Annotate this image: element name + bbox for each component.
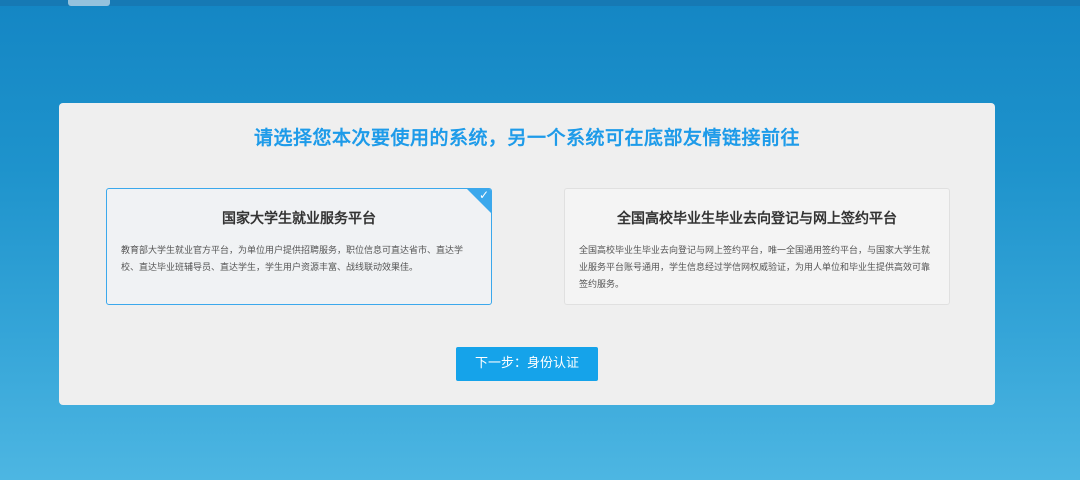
system-card-title: 国家大学生就业服务平台	[222, 211, 376, 227]
logo-fragment	[68, 0, 110, 6]
system-card-description: 全国高校毕业生毕业去向登记与网上签约平台，唯一全国通用签约平台，与国家大学生就业…	[579, 246, 931, 290]
check-icon: ✓	[478, 188, 489, 202]
page-title: 请选择您本次要使用的系统，另一个系统可在底部友情链接前往	[253, 127, 800, 149]
system-card-graduate-signing[interactable]: 全国高校毕业生毕业去向登记与网上签约平台 全国高校毕业生毕业去向登记与网上签约平…	[564, 188, 950, 305]
system-card-description: 教育部大学生就业官方平台，为单位用户提供招聘服务，职位信息可直达省市、直达学校、…	[121, 246, 464, 273]
system-card-title: 全国高校毕业生毕业去向登记与网上签约平台	[617, 211, 897, 227]
system-selection-panel: 请选择您本次要使用的系统，另一个系统可在底部友情链接前往 国家大学生就业服务平台…	[59, 103, 995, 405]
top-header-strip	[0, 0, 1080, 6]
next-step-button[interactable]: 下一步：身份认证	[456, 347, 598, 381]
system-card-national-employment[interactable]: 国家大学生就业服务平台 教育部大学生就业官方平台，为单位用户提供招聘服务，职位信…	[106, 188, 492, 305]
